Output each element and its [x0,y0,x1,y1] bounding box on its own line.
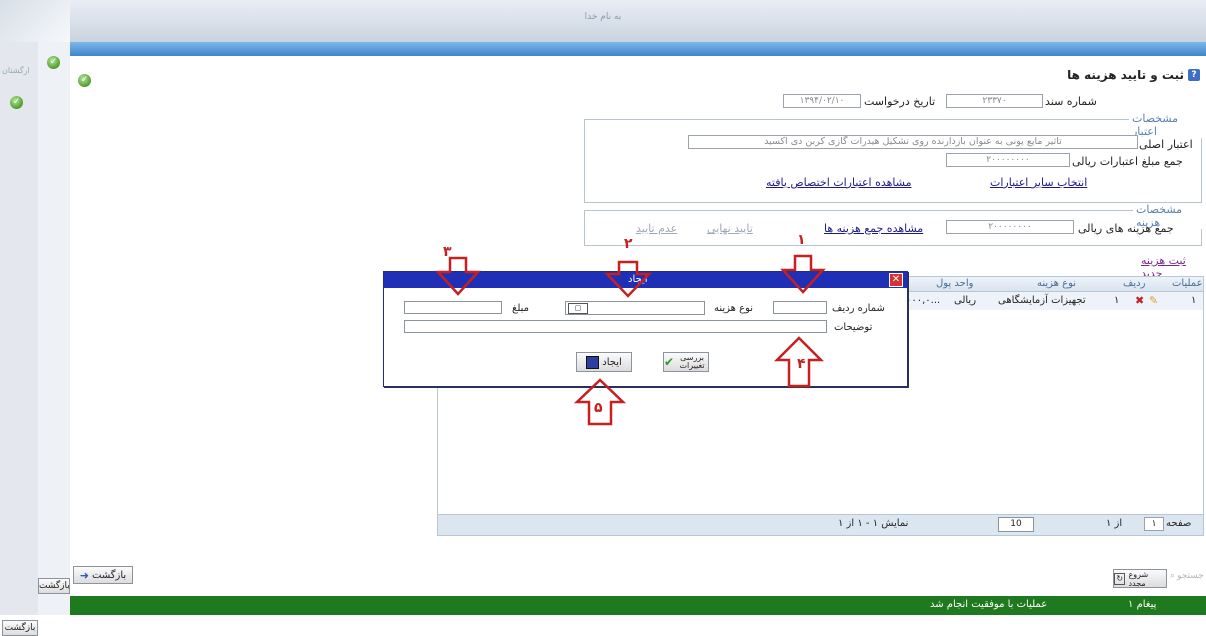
status-message: عملیات با موفقیت انجام شد [930,599,1048,610]
status-bar: ۱ پیغام عملیات با موفقیت انجام شد [70,596,1206,615]
annotation-2: ۲ [624,236,633,252]
search-button[interactable]: ⌕ جستجو [1170,571,1204,581]
annotation-overlay [435,254,826,426]
restart-icon: ↻ [1114,572,1126,585]
arrow-down-3 [435,256,481,296]
annotation-4: ۴ [797,356,806,372]
restart-button[interactable]: ↻ شروع مجدد [1113,569,1167,588]
back-button[interactable]: ➜ بازگشت [73,566,133,584]
status-count: ۱ پیغام [1128,599,1157,610]
annotation-1: ۱ [797,232,806,248]
arrow-down-2 [604,260,652,298]
arrow-down-1 [780,254,826,294]
back-arrow-icon: ➜ [79,568,90,582]
annotation-5: ۵ [594,400,603,416]
search-button-label: جستجو [1177,571,1204,581]
annotation-3: ۳ [443,244,452,260]
back-button-label: بازگشت [92,569,127,581]
back-button-outer[interactable]: بازگشت [2,620,38,636]
search-icon: ⌕ [1170,571,1176,581]
restart-button-label: شروع مجدد [1128,569,1149,588]
